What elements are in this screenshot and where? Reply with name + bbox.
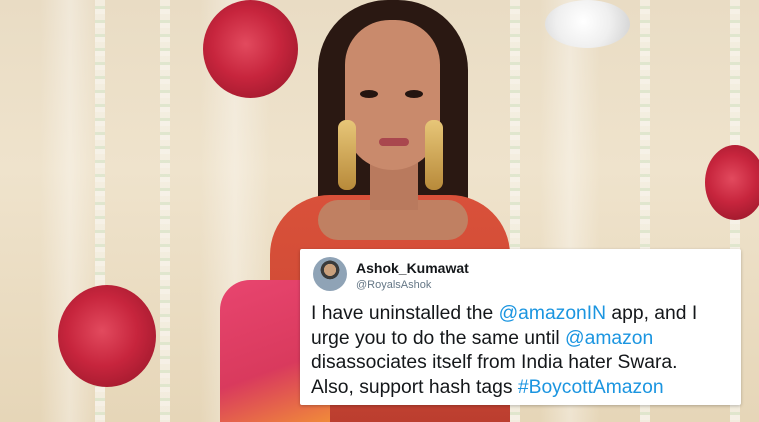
person-eye (405, 90, 423, 98)
mention-link[interactable]: @amazonIN (499, 303, 606, 324)
earring (338, 120, 356, 190)
person-eye (360, 90, 378, 98)
flower-garland (160, 0, 170, 422)
red-flower-ball (203, 0, 298, 98)
tweet-text-segment: urge you to do the same until (311, 327, 566, 349)
avatar[interactable] (313, 257, 347, 291)
tweet-text-segment: I have uninstalled the (311, 303, 499, 324)
earring (425, 120, 443, 190)
tweet-text-segment: app, and I (606, 303, 698, 324)
white-flower-ball (545, 0, 630, 48)
red-flower-ball (705, 145, 759, 220)
tweet-author-name[interactable]: Ashok_Kumawat (356, 260, 469, 276)
tweet-author-handle[interactable]: @RoyalsAshok (356, 279, 431, 291)
tweet-text: I have uninstalled the @amazonIN app, an… (311, 302, 736, 400)
tweet-text-segment: Also, support hash tags (311, 376, 518, 398)
person-lips (379, 138, 409, 146)
mention-link[interactable]: @amazon (565, 328, 653, 349)
tweet-card: Ashok_Kumawat @RoyalsAshok I have uninst… (300, 249, 741, 405)
hashtag-link[interactable]: #BoycottAmazon (518, 377, 664, 398)
tweet-text-segment: disassociates itself from India hater Sw… (311, 352, 678, 373)
red-flower-ball (58, 285, 156, 387)
